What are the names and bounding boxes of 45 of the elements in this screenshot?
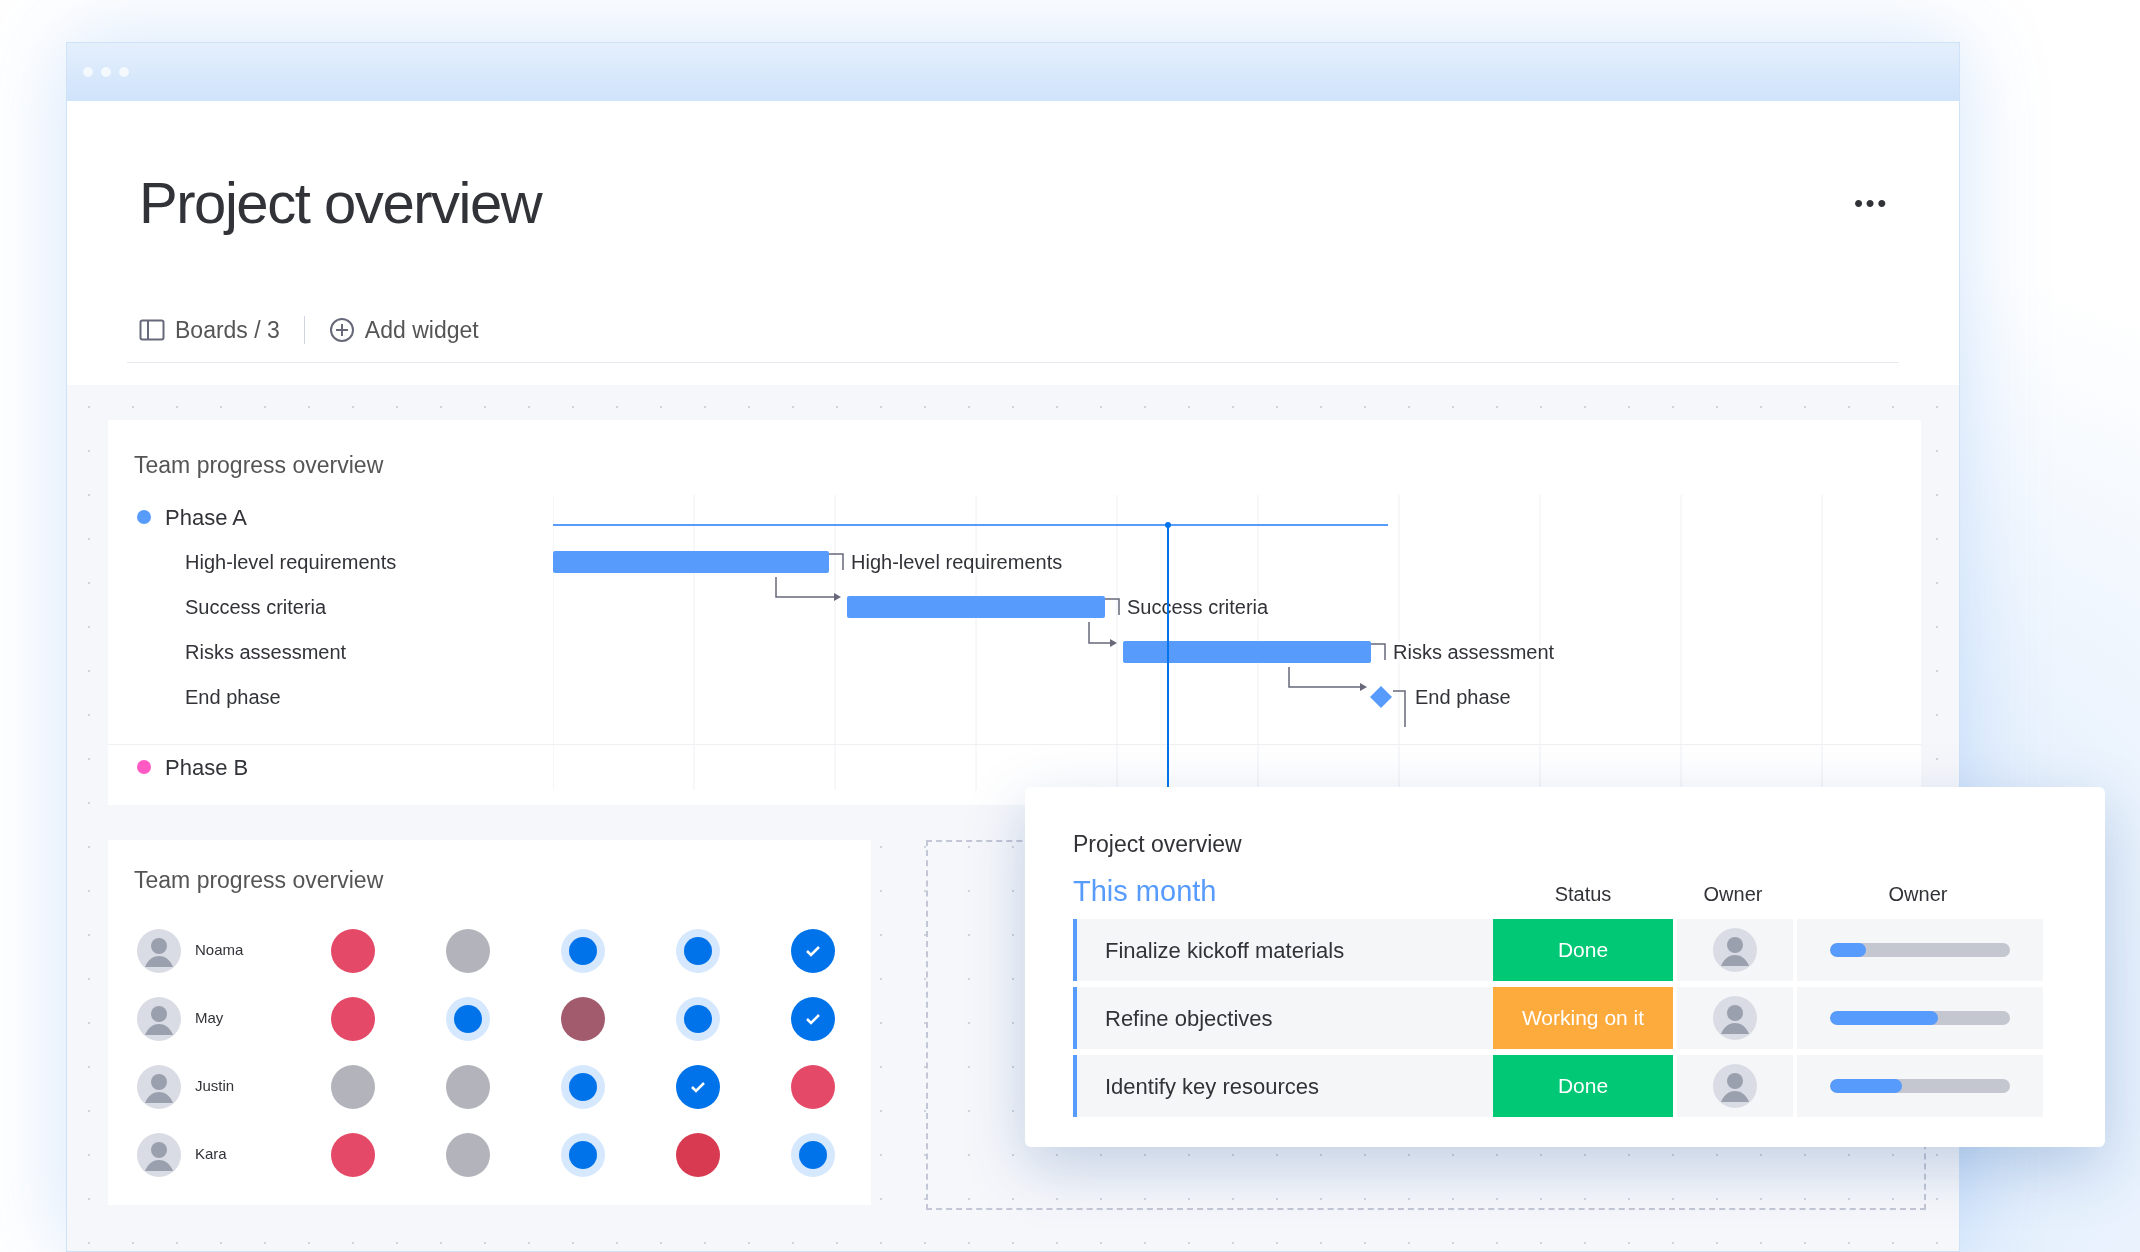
bar-label: End phase — [1415, 685, 1511, 708]
add-widget-button[interactable]: Add widget — [328, 313, 479, 348]
leader-line — [1370, 642, 1386, 661]
avatar-icon — [137, 928, 181, 973]
check-icon — [805, 1012, 822, 1025]
milestone-diamond[interactable] — [1370, 685, 1392, 708]
person-name: Kara — [194, 1144, 228, 1165]
board-title: Project overview — [1073, 830, 1243, 859]
task-name[interactable]: High-level requirements — [185, 547, 397, 577]
leader-line — [828, 552, 844, 571]
task-bar[interactable] — [847, 595, 1105, 618]
check-icon — [690, 1080, 707, 1093]
task-name[interactable]: End phase — [185, 682, 281, 712]
page-title: Project overview — [139, 171, 542, 235]
avatar-icon — [137, 1064, 181, 1109]
panel-icon — [139, 319, 165, 342]
boards-button[interactable]: Boards / 3 — [139, 313, 280, 348]
task-name[interactable]: Success criteria — [185, 592, 327, 622]
person-name: Justin — [194, 1076, 236, 1097]
leader-line — [1392, 689, 1406, 728]
person-name: May — [194, 1008, 225, 1029]
more-button[interactable]: ••• — [1853, 183, 1889, 223]
bar-label: High-level requirements — [851, 550, 1063, 573]
phase-label[interactable]: Phase A — [165, 500, 247, 534]
plus-circle-icon — [328, 317, 355, 344]
column-header: Owner — [1888, 883, 1948, 905]
column-header: Status — [1554, 883, 1612, 905]
task-bar[interactable] — [553, 550, 829, 573]
avatar-icon — [137, 996, 181, 1041]
avatar-icon — [1713, 996, 1757, 1040]
leader-line — [1104, 597, 1120, 616]
avatar-icon — [1713, 1064, 1757, 1108]
widget-title: Team progress overview — [134, 865, 385, 895]
check-icon — [805, 944, 822, 957]
person-name: Noama — [194, 940, 245, 961]
task-bar[interactable] — [1123, 640, 1371, 663]
dependency-arrow — [1088, 620, 1117, 647]
avatar-icon — [137, 1132, 181, 1177]
widget-title: Team progress overview — [133, 450, 385, 480]
avatar-icon — [1713, 928, 1757, 972]
bar-label: Risks assessment — [1393, 640, 1555, 663]
dependency-arrow — [775, 575, 841, 601]
column-header: Owner — [1703, 883, 1763, 905]
phase-label[interactable]: Phase B — [165, 750, 249, 784]
task-name[interactable]: Risks assessment — [185, 637, 347, 667]
